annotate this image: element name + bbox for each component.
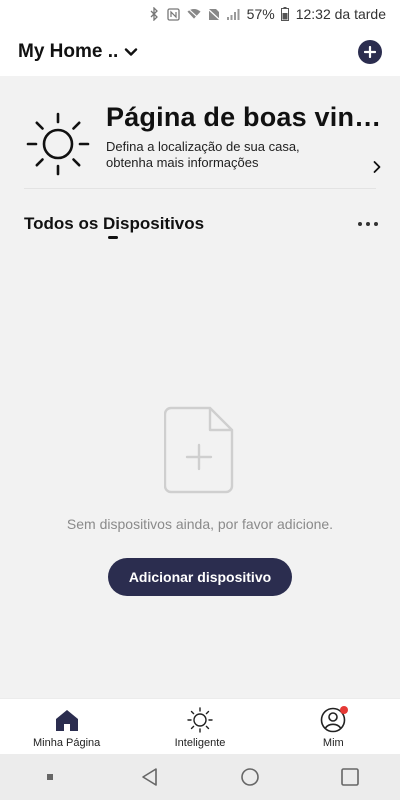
square-dot-icon bbox=[47, 774, 53, 780]
system-nav-bar bbox=[0, 754, 400, 800]
divider bbox=[24, 188, 376, 189]
nav-item-home[interactable]: Minha Página bbox=[0, 699, 133, 754]
bluetooth-icon bbox=[147, 7, 161, 21]
bottom-nav: Minha Página Inteligente Mim bbox=[0, 698, 400, 754]
add-device-button[interactable]: Adicionar dispositivo bbox=[108, 558, 292, 596]
home-circle-icon bbox=[241, 768, 259, 786]
nav-label-me: Mim bbox=[322, 737, 344, 749]
battery-level: 57% bbox=[246, 6, 275, 22]
nav-item-me[interactable]: Mim bbox=[267, 699, 400, 754]
more-options-button[interactable] bbox=[356, 216, 380, 232]
home-icon bbox=[55, 710, 78, 731]
back-triangle-icon bbox=[142, 768, 157, 786]
active-tab-indicator bbox=[108, 236, 118, 239]
nfc-icon bbox=[167, 7, 181, 21]
overview-square-icon bbox=[341, 768, 359, 786]
welcome-card[interactable]: Página de boas vindas Defina a localizaç… bbox=[24, 92, 386, 192]
sun-icon bbox=[187, 707, 213, 733]
add-file-icon bbox=[164, 406, 234, 494]
recents-dot-button[interactable] bbox=[30, 757, 70, 797]
nav-label-home: Minha Página bbox=[33, 737, 101, 749]
home-system-button[interactable] bbox=[230, 757, 270, 797]
home-selector[interactable]: My Home .. bbox=[18, 41, 138, 63]
signal-icon bbox=[226, 7, 241, 21]
tab-all-devices[interactable]: Todos os Dispositivos bbox=[24, 214, 204, 234]
welcome-title: Página de boas vindas bbox=[106, 102, 386, 132]
main-content: Página de boas vindas Defina a localizaç… bbox=[0, 76, 400, 698]
nav-label-smart: Inteligente bbox=[174, 737, 226, 749]
nav-item-smart[interactable]: Inteligente bbox=[133, 699, 266, 754]
wifi-icon bbox=[187, 7, 201, 21]
welcome-subtitle: Defina a localização de sua casa, obtenh… bbox=[106, 139, 300, 170]
device-tabs: Todos os Dispositivos bbox=[24, 208, 380, 240]
dot-icon bbox=[374, 222, 378, 226]
app-header: My Home .. bbox=[0, 28, 400, 76]
battery-icon bbox=[281, 7, 290, 21]
dot-icon bbox=[358, 222, 362, 226]
add-button[interactable] bbox=[358, 40, 382, 64]
user-icon-wrapper bbox=[320, 706, 349, 733]
no-sim-icon bbox=[207, 7, 221, 21]
clock: 12:32 da tarde bbox=[295, 6, 386, 22]
plus-icon bbox=[364, 46, 376, 58]
notification-badge bbox=[340, 706, 349, 714]
back-button[interactable] bbox=[130, 757, 170, 797]
empty-state-message: Sem dispositivos ainda, por favor adicio… bbox=[66, 516, 334, 532]
welcome-text: Página de boas vindas Defina a localizaç… bbox=[106, 92, 386, 171]
dot-icon bbox=[366, 222, 370, 226]
sun-icon bbox=[26, 112, 90, 176]
chevron-right-icon bbox=[373, 161, 381, 173]
home-name: My Home .. bbox=[18, 41, 119, 62]
overview-button[interactable] bbox=[330, 757, 370, 797]
status-bar: 57% 12:32 da tarde bbox=[0, 0, 400, 28]
chevron-down-icon bbox=[125, 48, 138, 56]
